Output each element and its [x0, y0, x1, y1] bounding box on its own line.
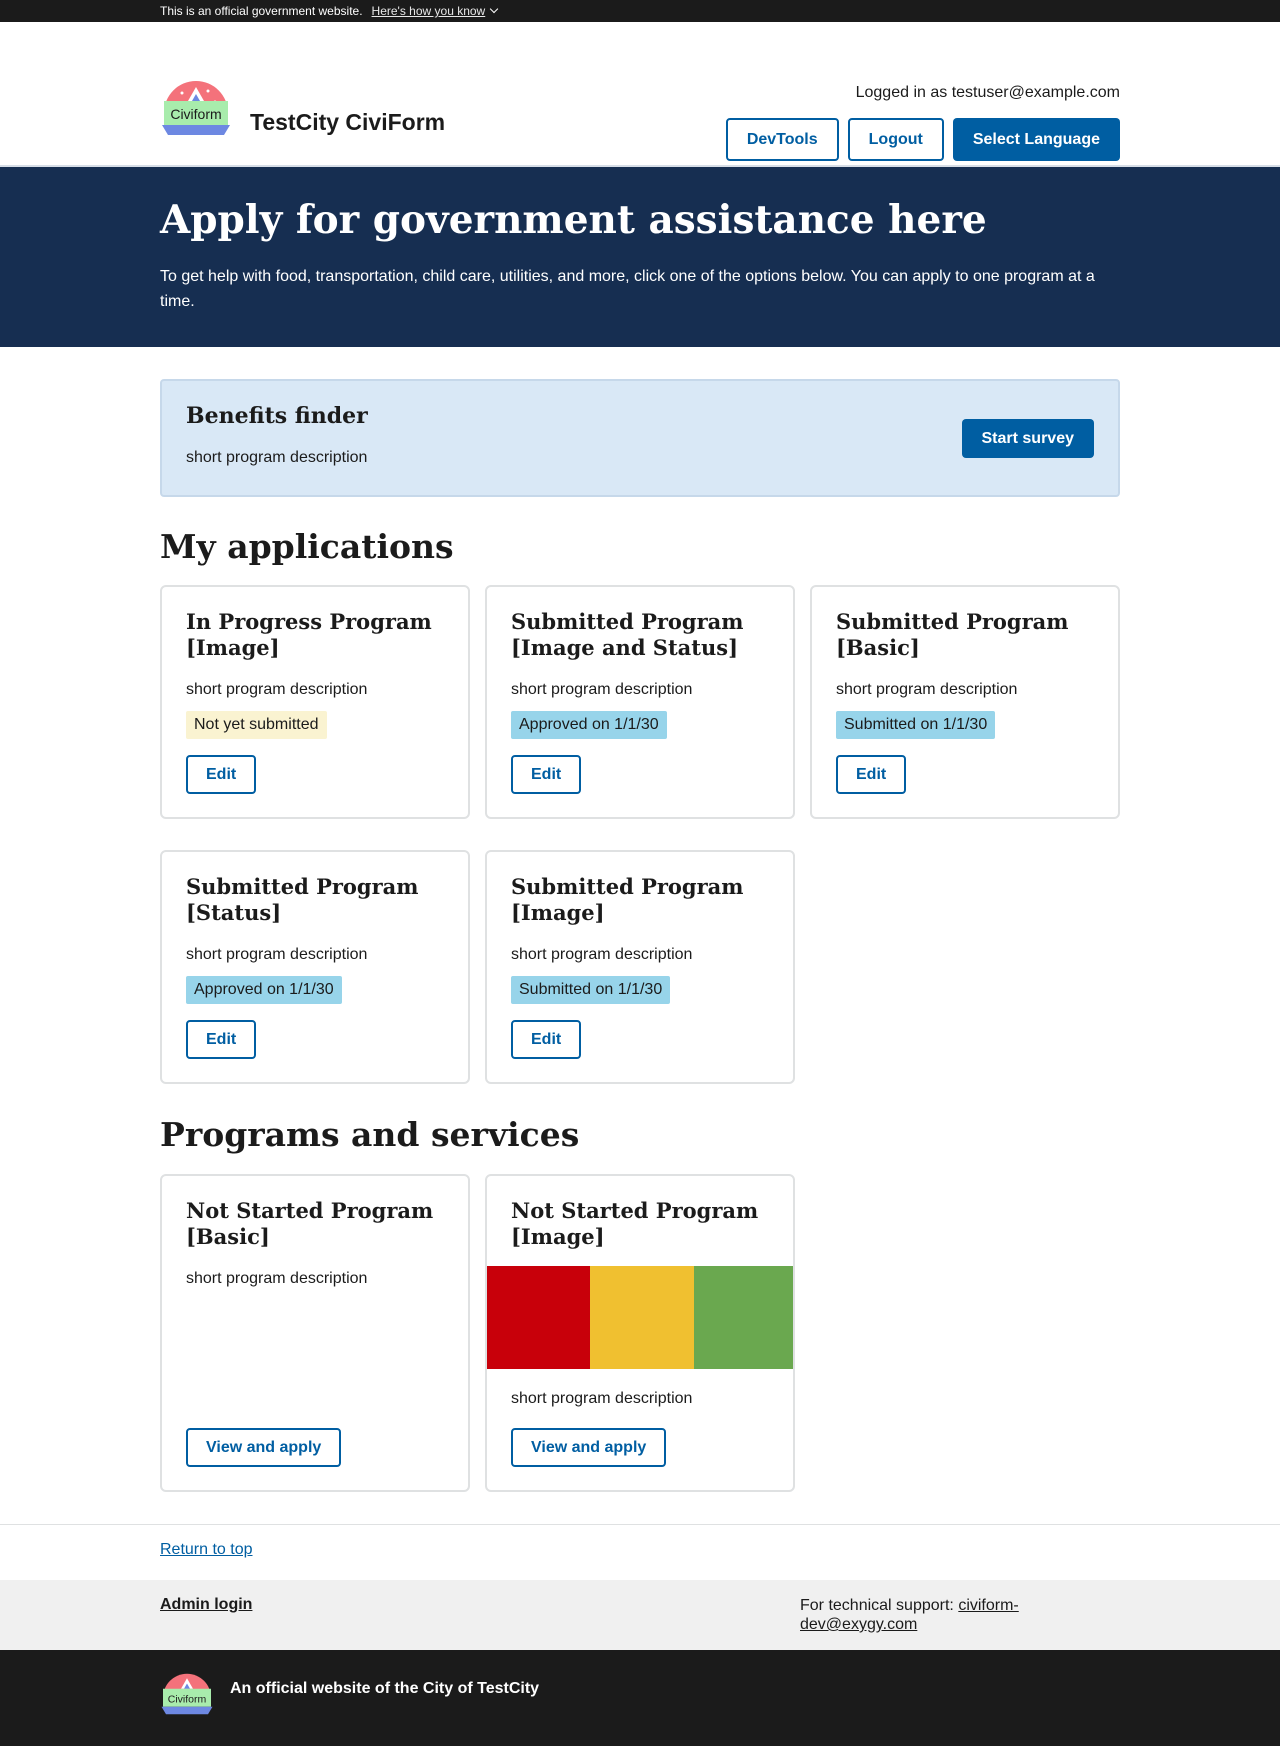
start-survey-button[interactable]: Start survey	[961, 419, 1094, 458]
view-and-apply-button[interactable]: View and apply	[186, 1428, 342, 1467]
card-title: Submitted Program [Image and Status]	[511, 609, 744, 660]
status-badge: Submitted on 1/1/30	[836, 711, 996, 739]
finder-title: Benefits finder	[186, 403, 368, 429]
program-card: Not Started Program [Basic] short progra…	[160, 1174, 470, 1492]
edit-button[interactable]: Edit	[511, 755, 582, 794]
application-card: Submitted Program [Status] short program…	[160, 850, 470, 1084]
card-description: short program description	[186, 681, 368, 698]
program-image	[487, 1266, 793, 1369]
finder-description: short program description	[186, 449, 368, 466]
civiform-logo-footer: Civiform	[161, 1673, 213, 1715]
card-description: short program description	[836, 681, 1018, 698]
status-badge: Submitted on 1/1/30	[511, 976, 671, 1004]
status-badge: Approved on 1/1/30	[186, 976, 342, 1004]
footer-primary: Civiform An official website of the City…	[0, 1650, 1280, 1746]
gov-banner-text: This is an official government website.	[160, 4, 363, 18]
programs-grid: Not Started Program [Basic] short progra…	[160, 1174, 1120, 1524]
application-card: Submitted Program [Basic] short program …	[810, 585, 1120, 819]
heres-how-you-know-link[interactable]: Here's how you know	[372, 4, 486, 18]
devtools-button[interactable]: DevTools	[725, 118, 839, 161]
card-description: short program description	[186, 946, 368, 963]
header-buttons: DevTools Logout Select Language	[725, 118, 1120, 161]
status-badge: Not yet submitted	[186, 711, 327, 739]
card-description: short program description	[186, 1270, 368, 1287]
card-description: short program description	[511, 1390, 693, 1407]
card-title: Not Started Program [Basic]	[186, 1198, 434, 1249]
image-stripe-green	[693, 1266, 793, 1369]
application-card: In Progress Program [Image] short progra…	[160, 585, 470, 819]
card-title: Submitted Program [Basic]	[836, 609, 1069, 660]
return-to-top-bar: Return to top	[0, 1524, 1280, 1580]
program-card: Not Started Program [Image] short progra…	[485, 1174, 795, 1492]
hero: Apply for government assistance here To …	[0, 167, 1280, 347]
application-card: Submitted Program [Image and Status] sho…	[485, 585, 795, 819]
site-header: Civiform TestCity CiviForm Logged in as …	[0, 22, 1280, 167]
hero-subtitle: To get help with food, transportation, c…	[160, 267, 1095, 310]
logout-button[interactable]: Logout	[847, 118, 944, 161]
edit-button[interactable]: Edit	[836, 755, 907, 794]
footer-secondary: Admin login For technical support: civif…	[0, 1580, 1280, 1650]
programs-heading: Programs and services	[160, 1115, 580, 1154]
status-badge: Approved on 1/1/30	[511, 711, 667, 739]
gov-banner: This is an official government website. …	[0, 0, 1280, 22]
image-stripe-yellow	[590, 1266, 694, 1369]
civiform-logo[interactable]: Civiform	[160, 69, 232, 155]
application-card: Submitted Program [Image] short program …	[485, 850, 795, 1084]
image-stripe-red	[487, 1266, 591, 1369]
my-applications-heading: My applications	[160, 527, 454, 566]
edit-button[interactable]: Edit	[186, 755, 257, 794]
select-language-button[interactable]: Select Language	[952, 118, 1120, 161]
edit-button[interactable]: Edit	[186, 1020, 257, 1059]
my-applications-grid: In Progress Program [Image] short progra…	[160, 585, 1120, 1115]
card-title: Submitted Program [Status]	[186, 874, 419, 925]
view-and-apply-button[interactable]: View and apply	[511, 1428, 667, 1467]
card-title: In Progress Program [Image]	[186, 609, 432, 660]
technical-support: For technical support: civiform-dev@exyg…	[800, 1596, 1040, 1634]
admin-login-link[interactable]: Admin login	[160, 1596, 252, 1614]
support-label: For technical support:	[800, 1597, 954, 1614]
chevron-down-icon[interactable]	[489, 4, 499, 14]
logo-text: Civiform	[170, 106, 221, 122]
footer-logo-text: Civiform	[168, 1693, 207, 1705]
logged-in-text: Logged in as testuser@example.com	[855, 84, 1120, 101]
hero-title: Apply for government assistance here	[160, 197, 987, 243]
site-name[interactable]: TestCity CiviForm	[250, 109, 445, 136]
card-description: short program description	[511, 681, 693, 698]
edit-button[interactable]: Edit	[511, 1020, 582, 1059]
card-title: Not Started Program [Image]	[511, 1198, 759, 1249]
card-title: Submitted Program [Image]	[511, 874, 744, 925]
official-website-text: An official website of the City of TestC…	[230, 1680, 540, 1697]
card-description: short program description	[511, 946, 693, 963]
return-to-top-link[interactable]: Return to top	[160, 1541, 253, 1559]
benefits-finder-card: Benefits finder short program descriptio…	[160, 379, 1120, 497]
main-content: Benefits finder short program descriptio…	[160, 379, 1120, 1524]
